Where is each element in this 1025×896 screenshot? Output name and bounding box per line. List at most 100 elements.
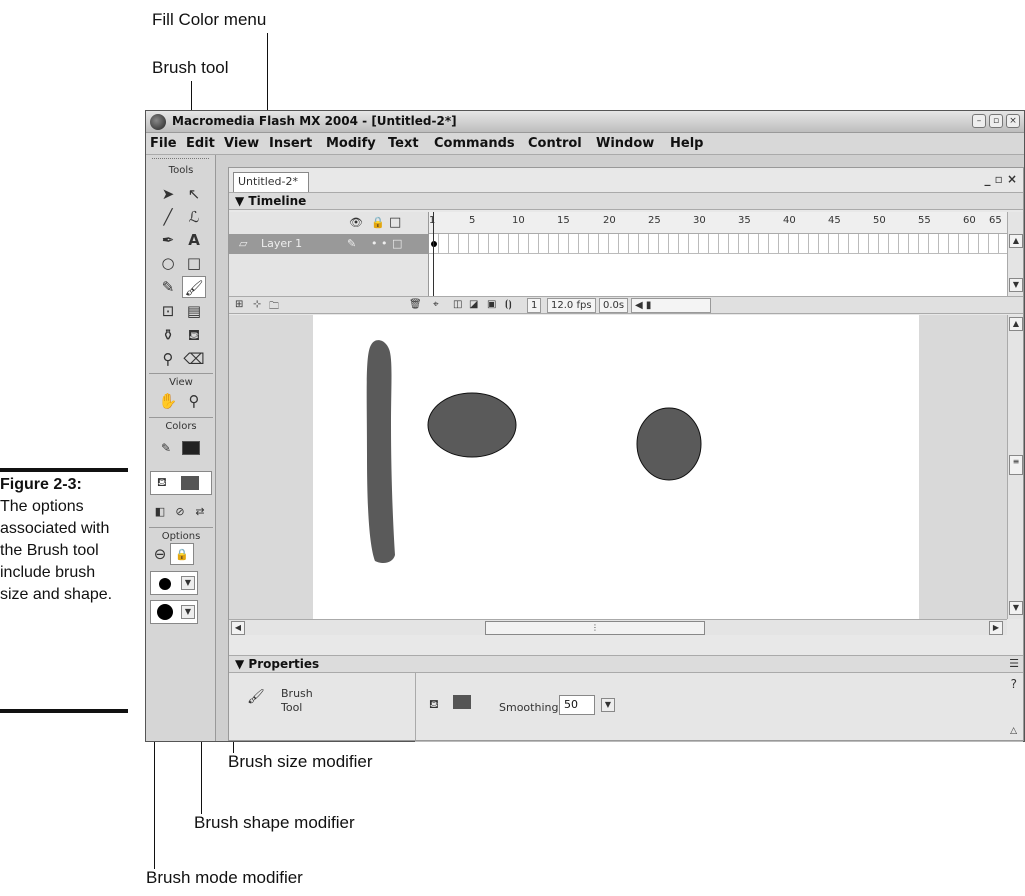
menu-edit[interactable]: Edit: [186, 136, 215, 151]
flash-window: Macromedia Flash MX 2004 - [Untitled-2*]…: [145, 110, 1025, 742]
brush-shape-selector[interactable]: ▼: [150, 600, 198, 624]
menu-control[interactable]: Control: [528, 136, 582, 151]
playhead[interactable]: [433, 212, 434, 296]
panel-options-icon[interactable]: ☰: [1009, 657, 1019, 670]
smoothing-input[interactable]: 50: [559, 695, 595, 715]
subselect-tool-icon[interactable]: ↖: [182, 183, 206, 205]
keyframe-dot[interactable]: [431, 241, 437, 247]
rectangle-tool-icon[interactable]: □: [182, 252, 206, 274]
paint-bucket-tool-icon[interactable]: ⛾: [182, 324, 206, 346]
layer-row[interactable]: ▱ Layer 1 ✎ • • □: [229, 234, 429, 254]
lock-fill-icon[interactable]: 🔒: [170, 543, 194, 565]
frame-number: 50: [873, 215, 886, 226]
stage[interactable]: [313, 315, 919, 619]
layer-outline-box[interactable]: □: [392, 234, 402, 254]
menu-help[interactable]: Help: [670, 136, 703, 151]
stage-vscroll[interactable]: ▲ ≡ ▼: [1007, 315, 1023, 619]
brush-stroke[interactable]: [366, 340, 395, 563]
outline-layers-icon[interactable]: □: [389, 215, 401, 230]
layer-frames[interactable]: [429, 234, 1007, 254]
layer-visibility-dot[interactable]: •: [371, 234, 378, 254]
options-section-label: Options: [161, 531, 201, 542]
eraser-tool-icon[interactable]: ⌫: [182, 348, 206, 370]
frame-number: 55: [918, 215, 931, 226]
fill-transform-tool-icon[interactable]: ▤: [182, 300, 206, 322]
hand-tool-icon[interactable]: ✋: [156, 390, 180, 412]
scroll-down-button[interactable]: ▼: [1009, 601, 1023, 615]
frame-rate-field[interactable]: 12.0 fps: [547, 298, 596, 313]
menu-commands[interactable]: Commands: [434, 136, 515, 151]
scroll-up-button[interactable]: ▲: [1009, 234, 1023, 248]
onion-markers-icon[interactable]: ⦗⦘: [505, 299, 512, 310]
brush-size-selector[interactable]: ▼: [150, 571, 198, 595]
menu-modify[interactable]: Modify: [326, 136, 376, 151]
chevron-down-icon[interactable]: ▼: [181, 576, 195, 590]
menu-window[interactable]: Window: [596, 136, 654, 151]
menu-view[interactable]: View: [224, 136, 259, 151]
lock-layers-icon[interactable]: 🔒: [371, 216, 385, 229]
timeline-vscroll[interactable]: ▲ ▼: [1007, 212, 1023, 296]
chevron-down-icon[interactable]: ▼: [601, 698, 615, 712]
add-guide-layer-icon[interactable]: ⊹: [253, 299, 261, 310]
onion-skin-icon[interactable]: ◫: [453, 299, 462, 310]
scroll-down-button[interactable]: ▼: [1009, 278, 1023, 292]
layer-lock-dot[interactable]: •: [381, 234, 388, 254]
tools-grip[interactable]: [152, 158, 209, 161]
properties-divider-vertical: [415, 673, 416, 740]
swap-colors-icon[interactable]: ⇄: [188, 501, 212, 523]
fill-color-control[interactable]: ⛾: [150, 471, 212, 495]
text-tool-icon[interactable]: A: [182, 229, 206, 251]
help-icon[interactable]: ?: [1011, 677, 1017, 691]
maximize-button[interactable]: ▫: [989, 114, 1003, 128]
ink-bottle-tool-icon[interactable]: ⚱: [156, 324, 180, 346]
free-transform-tool-icon[interactable]: ⊡: [156, 300, 180, 322]
scroll-up-button[interactable]: ▲: [1009, 317, 1023, 331]
stage-drawing: [366, 340, 702, 563]
oval-tool-icon[interactable]: ○: [156, 252, 180, 274]
flash-app-icon: [150, 114, 166, 130]
layer-icon: ▱: [239, 237, 248, 250]
lasso-tool-icon[interactable]: ℒ: [182, 206, 206, 228]
stroke-color-swatch[interactable]: [182, 441, 200, 455]
figure-label: Figure 2-3:: [0, 476, 82, 493]
zoom-tool-icon[interactable]: ⚲: [182, 390, 206, 412]
close-button[interactable]: ×: [1006, 114, 1020, 128]
pencil-tool-icon[interactable]: ✎: [156, 276, 180, 298]
brush-mode-icon[interactable]: ⊖: [148, 543, 172, 565]
properties-header[interactable]: ▼ Properties: [229, 655, 1023, 673]
current-frame-field: 1: [527, 298, 542, 313]
brush-shape-modifier-callout: Brush shape modifier: [194, 813, 355, 832]
edit-multiple-frames-icon[interactable]: ▣: [487, 299, 496, 310]
scroll-left-button[interactable]: ◀: [231, 621, 245, 635]
add-folder-icon[interactable]: 🗀: [269, 299, 279, 316]
menu-file[interactable]: File: [150, 136, 177, 151]
menu-text[interactable]: Text: [388, 136, 419, 151]
onion-outline-icon[interactable]: ◪: [469, 299, 478, 310]
menu-insert[interactable]: Insert: [269, 136, 312, 151]
properties-fill-color-swatch[interactable]: [453, 695, 471, 709]
fill-color-swatch[interactable]: [181, 476, 199, 490]
show-hide-icon[interactable]: 👁: [349, 216, 363, 229]
oval-shape-left[interactable]: [427, 392, 517, 458]
timeline-hscroll[interactable]: ◀ ▮: [631, 298, 711, 313]
chevron-down-icon[interactable]: ▼: [181, 605, 195, 619]
collapse-icon[interactable]: △: [1010, 726, 1017, 736]
timeline-header[interactable]: ▼ Timeline: [229, 192, 1023, 210]
document-tab[interactable]: Untitled-2*: [233, 172, 309, 192]
line-tool-icon[interactable]: ╱: [156, 206, 180, 228]
stage-hscroll[interactable]: ◀ ⋮ ▶: [229, 619, 1007, 635]
scroll-thumb[interactable]: ≡: [1009, 455, 1023, 475]
add-layer-icon[interactable]: ⊞: [235, 299, 243, 310]
document-window-controls[interactable]: _ ▫ ×: [984, 172, 1017, 186]
brush-tool-icon[interactable]: 🖌: [182, 276, 206, 298]
oval-shape-right[interactable]: [636, 407, 702, 481]
delete-layer-icon[interactable]: 🗑: [409, 299, 422, 310]
scroll-right-button[interactable]: ▶: [989, 621, 1003, 635]
center-frame-icon[interactable]: ⌖: [433, 299, 439, 310]
minimize-button[interactable]: –: [972, 114, 986, 128]
arrow-tool-icon[interactable]: ➤: [156, 183, 180, 205]
scroll-hthumb[interactable]: ⋮: [485, 621, 705, 635]
eyedropper-tool-icon[interactable]: ⚲: [156, 348, 180, 370]
pen-tool-icon[interactable]: ✒: [156, 229, 180, 251]
properties-panel: ▼ Properties ☰ 🖌 Brush Tool ⛾ Smoothing …: [229, 655, 1023, 742]
